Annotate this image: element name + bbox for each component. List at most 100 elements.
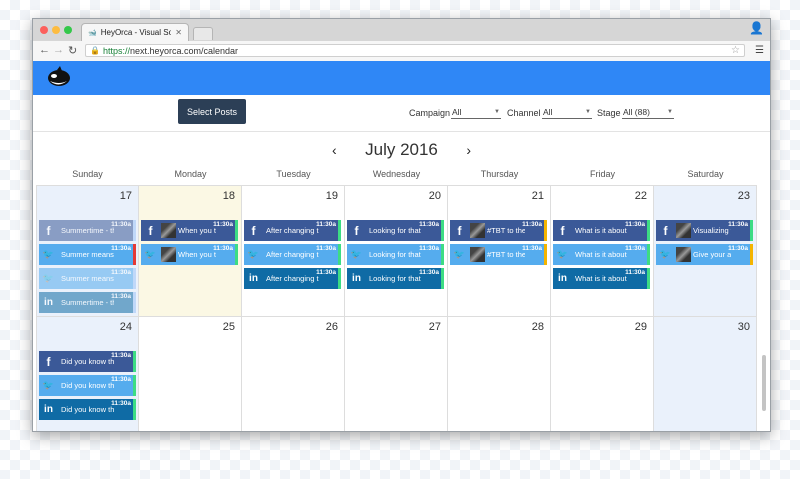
post-card[interactable]: 🐦 Summer means ...11:30a [39,244,136,265]
campaign-select[interactable]: All ▼ [451,105,501,119]
post-card[interactable]: in Summertime - th...11:30a [39,292,136,313]
minimize-window-button[interactable] [52,26,60,34]
post-card[interactable]: f What is it about ...11:30a [553,220,650,241]
post-card[interactable]: f After changing th...11:30a [244,220,341,241]
day-cell[interactable]: 17fSummertime - th...11:30a🐦Summer means… [36,185,139,317]
status-indicator [133,268,136,289]
calendar-grid: 17fSummertime - th...11:30a🐦Summer means… [36,185,757,431]
day-cell[interactable]: 27 [345,317,448,431]
close-tab-icon[interactable]: ✕ [175,28,182,37]
twitter-icon: 🐦 [247,249,260,259]
url-input[interactable]: 🔒 https:// next.heyorca.com/calendar ☆ [85,44,745,57]
new-tab-button[interactable] [193,27,213,40]
post-thumbnail [470,223,485,238]
day-number: 25 [222,321,235,333]
post-card[interactable]: 🐦 Summer means ...11:30a [39,268,136,289]
heyorca-logo-icon[interactable] [45,66,71,88]
channel-select[interactable]: All ▼ [542,105,592,119]
post-text: Visualizing yo... [693,226,731,235]
post-card[interactable]: 🐦 Looking for that ...11:30a [347,244,444,265]
post-card[interactable]: f Summertime - th...11:30a [39,220,136,241]
post-time: 11:30a [728,221,748,228]
weekday-friday: Friday [589,169,615,179]
close-window-button[interactable] [40,26,48,34]
day-cell[interactable]: 23fVisualizing yo...11:30a🐦Give your au.… [654,185,757,317]
weekday-wednesday: Wednesday [372,169,421,179]
stage-select[interactable]: All (88) ▼ [622,105,674,119]
post-text: Summer means ... [61,274,114,283]
facebook-icon: f [46,354,51,369]
post-time: 11:30a [111,293,131,300]
post-time: 11:30a [111,269,131,276]
post-text: Give your au... [693,250,731,259]
url-path: next.heyorca.com/calendar [129,45,239,56]
linkedin-icon: in [44,404,53,415]
browser-tab[interactable]: 🐋 HeyOrca - Visual Social Me ✕ [81,23,189,41]
day-cell[interactable]: 30 [654,317,757,431]
day-cell[interactable]: 24fDid you know th...11:30a🐦Did you know… [36,317,139,431]
post-card[interactable]: 🐦 #TBT to the ti...11:30a [450,244,547,265]
post-card[interactable]: in Did you know th...11:30a [39,399,136,420]
status-indicator [750,244,753,265]
linkedin-icon: in [352,273,361,284]
post-card[interactable]: f Visualizing yo...11:30a [656,220,753,241]
day-cell[interactable]: 18fWhen you th...11:30a🐦When you th...11… [139,185,242,317]
post-time: 11:30a [111,245,131,252]
post-card[interactable]: 🐦 When you th...11:30a [141,244,238,265]
post-card[interactable]: 🐦 What is it about ...11:30a [553,244,650,265]
post-thumbnail [676,247,691,262]
select-posts-button[interactable]: Select Posts [178,99,246,124]
post-card[interactable]: f When you th...11:30a [141,220,238,241]
post-time: 11:30a [111,376,131,383]
post-text: When you th... [178,226,216,235]
day-cell[interactable]: 25 [139,317,242,431]
post-card[interactable]: f #TBT to the ti...11:30a [450,220,547,241]
back-icon[interactable]: ← [39,44,50,56]
facebook-icon: f [560,223,565,238]
day-cell[interactable]: 26 [242,317,345,431]
status-indicator [647,244,650,265]
day-cell[interactable]: 19 fAfter changing th...11:30a 🐦After chan… [242,185,345,317]
reload-icon[interactable]: ↻ [68,44,77,57]
weekday-sunday: Sunday [72,169,103,179]
post-text: Summer means ... [61,250,114,259]
day-cell[interactable]: 29 [551,317,654,431]
prev-month-button[interactable]: ‹ [332,137,337,163]
status-indicator [133,244,136,265]
day-number: 19 [325,190,338,202]
profile-icon[interactable]: 👤 [749,21,764,35]
post-card[interactable]: 🐦 Did you know th...11:30a [39,375,136,396]
post-card[interactable]: 🐦 Give your au...11:30a [656,244,753,265]
day-cell[interactable]: 22fWhat is it about ...11:30a🐦What is it… [551,185,654,317]
post-card[interactable]: in After changing th...11:30a [244,268,341,289]
post-time: 11:30a [419,269,439,276]
post-card[interactable]: f Did you know th...11:30a [39,351,136,372]
post-card[interactable]: 🐦 After changing th...11:30a [244,244,341,265]
browser-menu-icon[interactable]: ☰ [755,45,764,56]
status-indicator [441,268,444,289]
forward-icon[interactable]: → [53,44,64,56]
day-cell[interactable]: 20fLooking for that ...11:30a🐦Looking fo… [345,185,448,317]
post-text: Summertime - th... [61,226,114,235]
post-thumbnail [161,247,176,262]
post-card[interactable]: in What is it about ...11:30a [553,268,650,289]
scrollbar-thumb[interactable] [762,355,766,411]
post-card[interactable]: f Looking for that ...11:30a [347,220,444,241]
facebook-icon: f [46,223,51,238]
twitter-icon: 🐦 [42,380,55,390]
status-indicator [544,244,547,265]
status-indicator [133,220,136,241]
chevron-down-icon: ▼ [585,108,591,115]
day-cell[interactable]: 21f#TBT to the ti...11:30a🐦#TBT to the t… [448,185,551,317]
bookmark-star-icon[interactable]: ☆ [731,45,740,56]
post-time: 11:30a [111,400,131,407]
zoom-window-button[interactable] [64,26,72,34]
next-month-button[interactable]: › [466,137,471,163]
post-card[interactable]: in Looking for that ...11:30a [347,268,444,289]
day-cell[interactable]: 28 [448,317,551,431]
weekday-tuesday: Tuesday [276,169,311,179]
weekday-monday: Monday [174,169,207,179]
facebook-icon: f [251,223,256,238]
post-time: 11:30a [316,269,336,276]
status-indicator [338,268,341,289]
